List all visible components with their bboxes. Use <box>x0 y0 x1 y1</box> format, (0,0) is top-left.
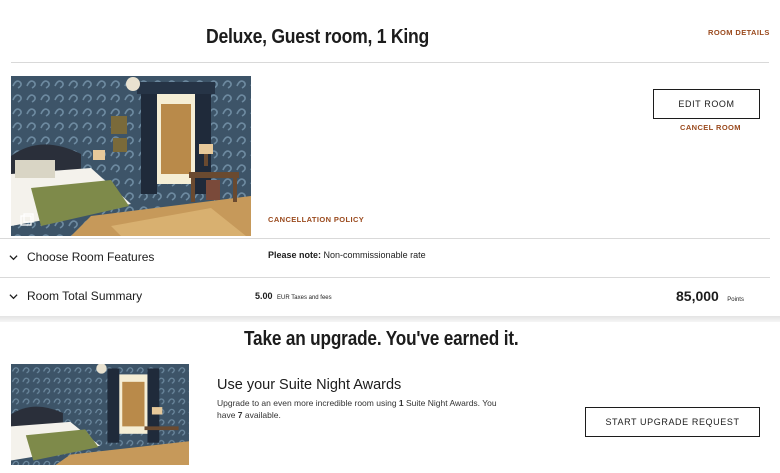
upgrade-room-photo <box>11 364 189 465</box>
edit-room-button[interactable]: EDIT ROOM <box>653 89 760 119</box>
cancellation-policy-link[interactable]: CANCELLATION POLICY <box>268 215 364 224</box>
chevron-down-icon <box>9 293 18 299</box>
features-label: Choose Room Features <box>27 250 155 264</box>
suite-night-awards-title: Use your Suite Night Awards <box>217 377 402 393</box>
taxes-and-fees: 5.00 EUR Taxes and fees <box>255 291 332 301</box>
room-photo[interactable] <box>11 76 251 236</box>
gallery-icon[interactable] <box>19 212 35 228</box>
summary-label: Room Total Summary <box>27 289 143 303</box>
divider <box>0 277 770 278</box>
chevron-down-icon <box>9 254 18 260</box>
total-points: 85,000 Points <box>676 288 744 306</box>
note-text: Non-commissionable rate <box>323 250 426 260</box>
section-divider <box>0 316 780 322</box>
room-card: Deluxe, Guest room, 1 King ROOM DETAILS <box>0 0 780 318</box>
taxes-amount: 5.00 <box>255 291 273 301</box>
room-details-link[interactable]: ROOM DETAILS <box>708 28 770 37</box>
divider <box>11 62 769 63</box>
room-total-summary-toggle[interactable]: Room Total Summary <box>9 289 142 303</box>
note-label: Please note: <box>268 250 322 260</box>
total-points-value: 85,000 <box>676 288 719 304</box>
choose-room-features-toggle[interactable]: Choose Room Features <box>9 250 154 264</box>
cancel-room-link[interactable]: CANCEL ROOM <box>680 123 741 132</box>
points-unit: Points <box>727 297 744 303</box>
upgrade-heading: Take an upgrade. You've earned it. <box>244 328 519 350</box>
room-title: Deluxe, Guest room, 1 King <box>206 26 429 48</box>
taxes-label: EUR Taxes and fees <box>277 295 332 301</box>
divider <box>0 238 770 239</box>
start-upgrade-request-button[interactable]: START UPGRADE REQUEST <box>585 407 760 437</box>
suite-night-awards-description: Upgrade to an even more incredible room … <box>217 398 497 420</box>
rate-note: Please note: Non-commissionable rate <box>268 250 426 260</box>
